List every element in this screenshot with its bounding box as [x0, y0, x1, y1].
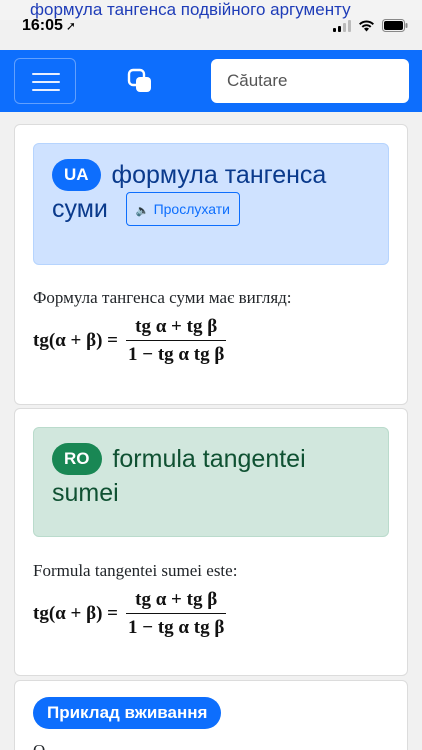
heading-box-ro: RO formula tangentei sumei — [33, 427, 389, 537]
formula-ro: tg(α + β) = tg α + tg β 1 − tg α tg β — [33, 589, 227, 639]
location-arrow-icon: ➚ — [65, 19, 76, 33]
entry-card-ua: UA формула тангенса суми 🔈 Прослухати Форм… — [14, 124, 408, 405]
formula-denominator: 1 − tg α tg β — [126, 613, 227, 639]
navbar — [0, 50, 422, 112]
formula-lhs: tg(α + β) = — [33, 330, 118, 351]
formula-numerator: tg α + tg β — [135, 316, 218, 337]
example-usage-button[interactable]: Приклад вживання — [33, 697, 222, 729]
formula-ua: tg(α + β) = tg α + tg β 1 − tg α tg β — [33, 316, 227, 366]
formula-numerator: tg α + tg β — [135, 589, 218, 610]
app-logo-icon[interactable] — [127, 68, 153, 94]
status-bar: 16:05 ➚ — [0, 16, 422, 38]
entry-card-ro: RO formula tangentei sumei Formula tange… — [14, 408, 408, 676]
formula-denominator: 1 − tg α tg β — [126, 340, 227, 366]
hamburger-menu-icon[interactable] — [14, 58, 76, 104]
cellular-signal-icon — [333, 19, 351, 32]
speaker-icon: 🔈 — [135, 205, 150, 217]
listen-button[interactable]: 🔈 Прослухати — [125, 192, 240, 226]
search-input[interactable] — [211, 59, 409, 103]
formula-lhs: tg(α + β) = — [33, 603, 118, 624]
example-text: О — [33, 741, 45, 750]
heading-box-ua: UA формула тангенса суми 🔈 Прослухати — [33, 143, 389, 265]
example-card: Приклад вживання О — [14, 680, 408, 750]
status-time: 16:05 ➚ — [22, 17, 76, 34]
lang-badge-ro: RO — [52, 443, 102, 475]
lang-badge-ua: UA — [52, 159, 101, 191]
wifi-icon — [359, 20, 374, 32]
entry-description-ua: Формула тангенса суми має вигляд: — [33, 288, 292, 307]
entry-description-ro: Formula tangentei sumei este: — [33, 561, 238, 580]
battery-icon — [382, 19, 408, 32]
